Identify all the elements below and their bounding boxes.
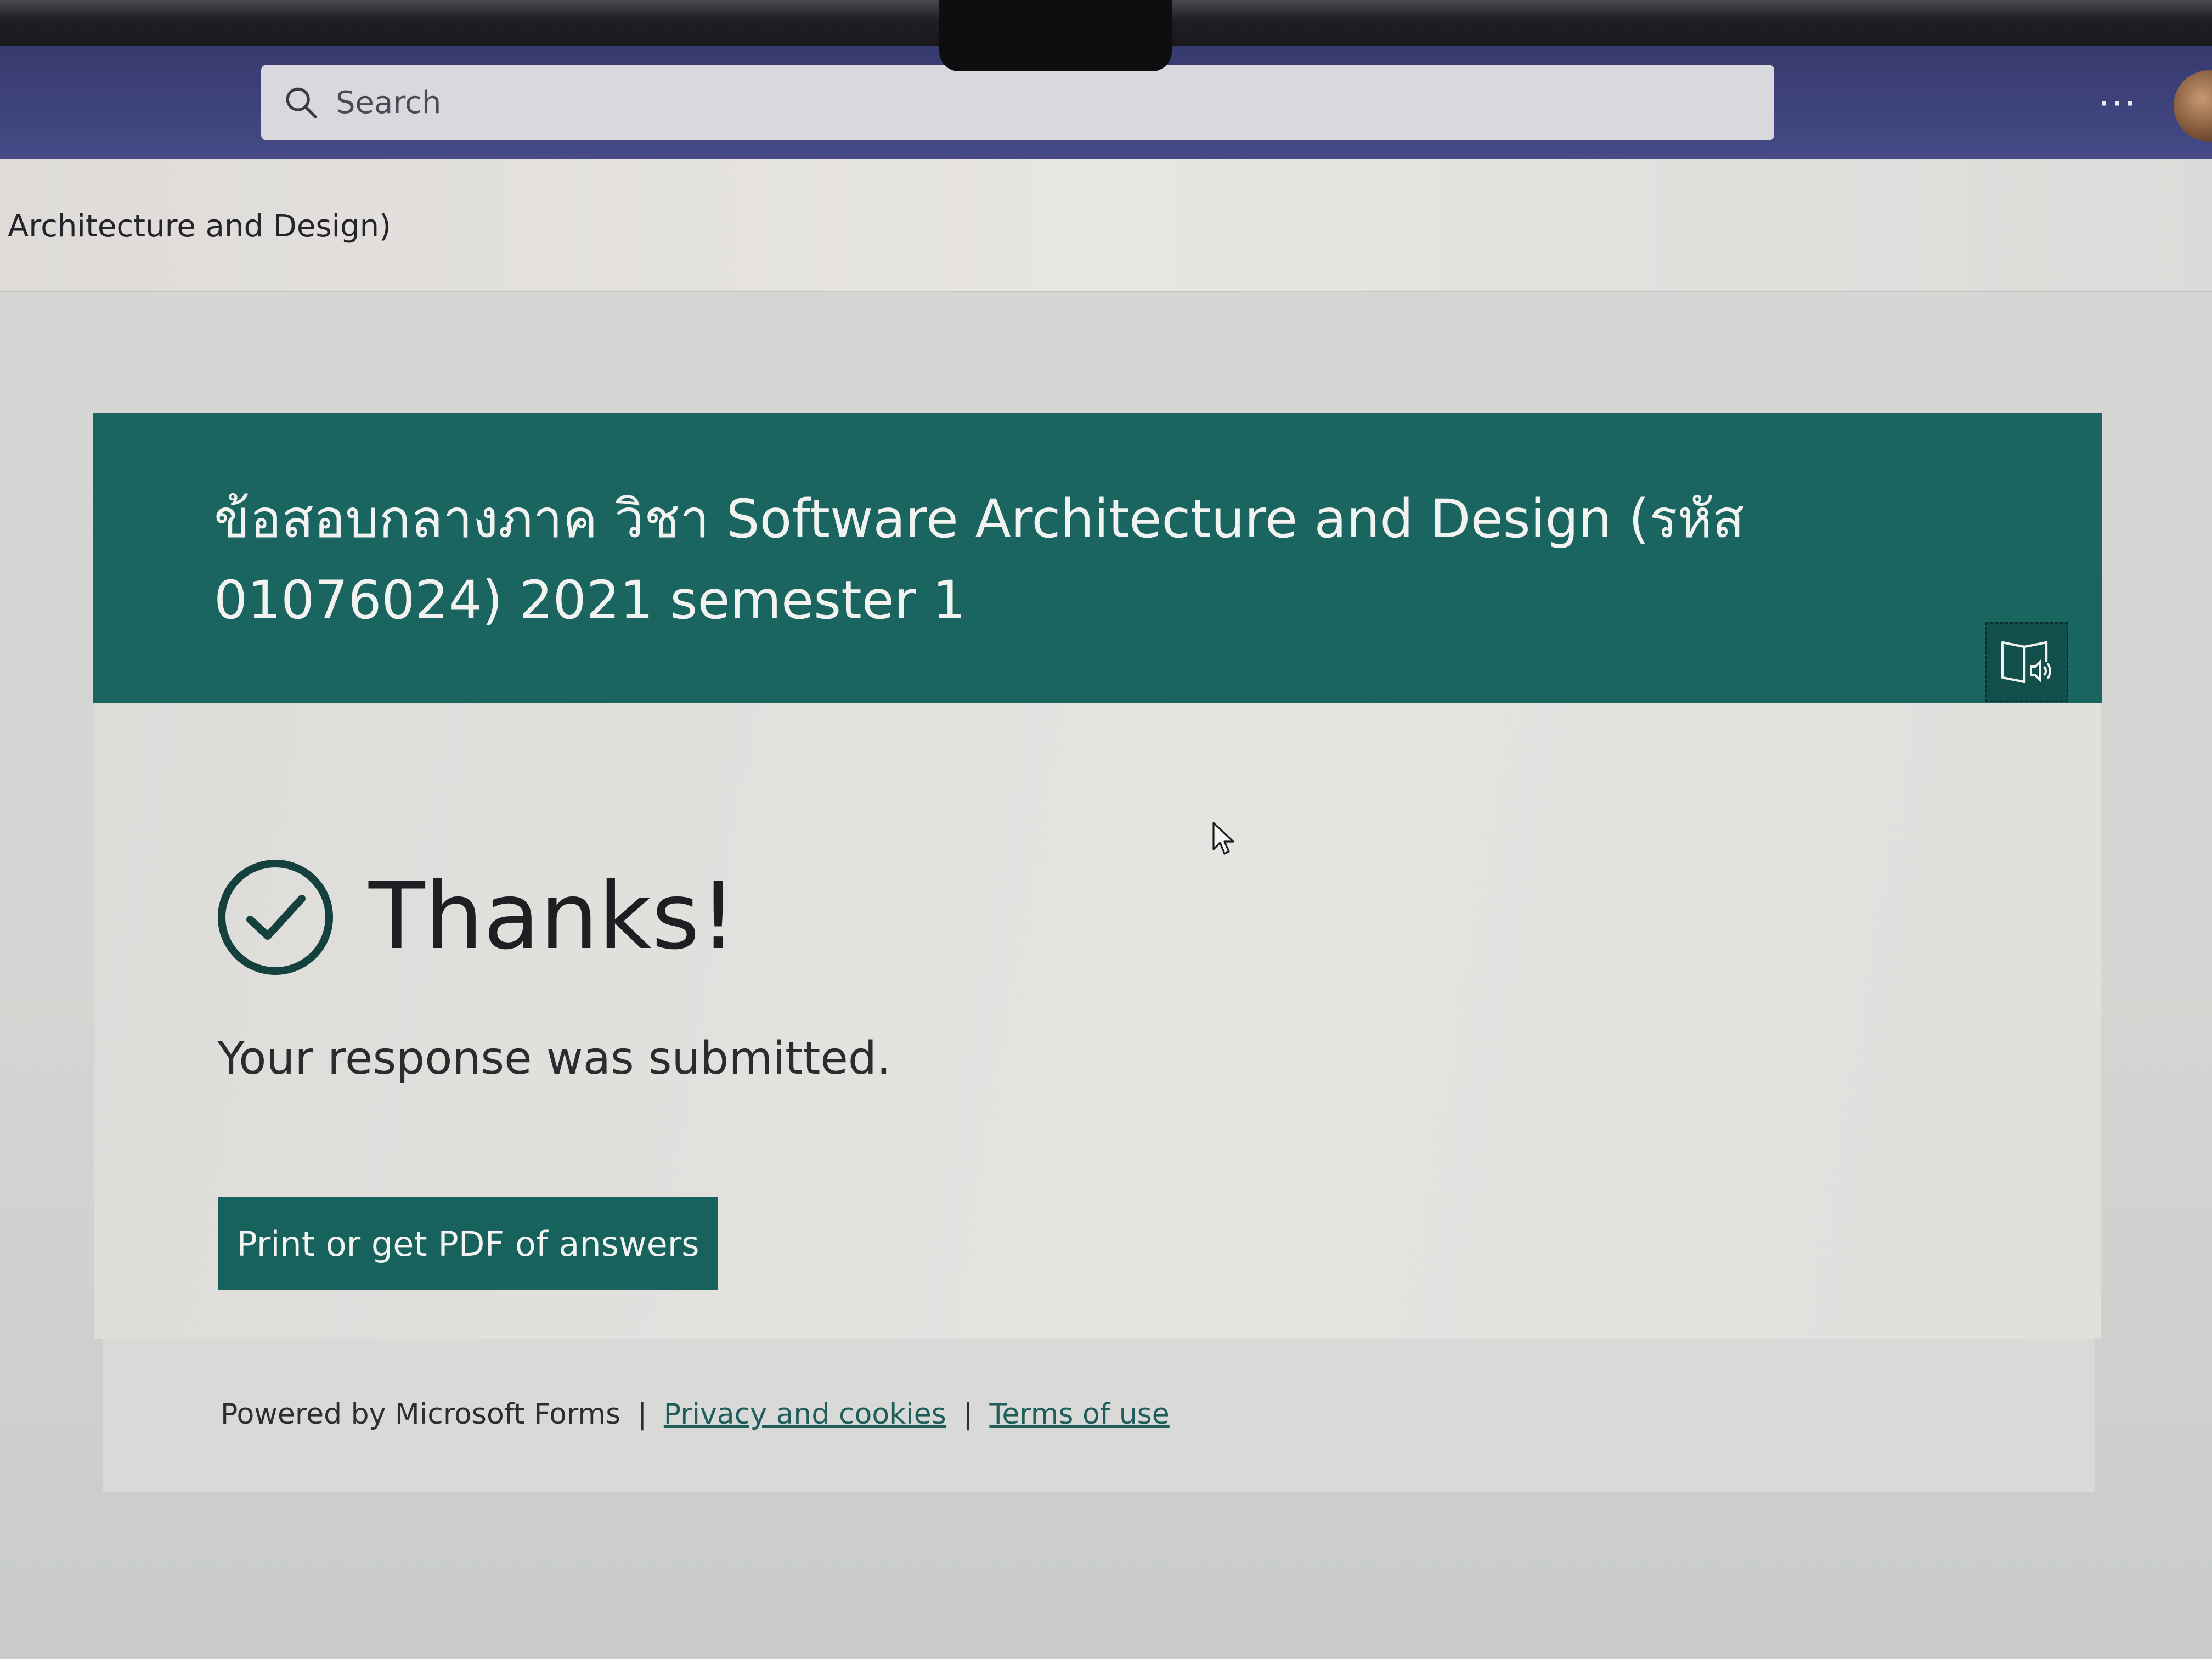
submission-message: Your response was submitted. — [217, 1032, 891, 1085]
check-circle-icon — [218, 860, 333, 975]
thanks-heading: Thanks! — [369, 862, 737, 970]
tab-title: Architecture and Design) — [8, 208, 391, 244]
form-title: ข้อสอบกลางภาค วิชา Software Architecture… — [214, 488, 1745, 631]
privacy-link[interactable]: Privacy and cookies — [664, 1398, 946, 1431]
footer: Powered by Microsoft Forms | Privacy and… — [103, 1339, 2095, 1492]
immersive-reader-icon — [2001, 641, 2051, 684]
print-pdf-button[interactable]: Print or get PDF of answers — [218, 1197, 718, 1290]
mouse-cursor-icon — [1212, 822, 1234, 855]
search-box[interactable] — [261, 65, 1774, 140]
footer-separator: | — [637, 1398, 647, 1431]
search-icon — [286, 87, 317, 119]
form-header: ข้อสอบกลางภาค วิชา Software Architecture… — [93, 413, 2102, 703]
more-options-button[interactable]: ··· — [2096, 82, 2140, 126]
terms-link[interactable]: Terms of use — [989, 1398, 1169, 1431]
title-strip: Architecture and Design) — [0, 159, 2212, 292]
footer-separator: | — [963, 1398, 973, 1431]
confirmation-panel: Thanks! Your response was submitted. Pri… — [94, 703, 2101, 1339]
immersive-reader-button[interactable] — [1985, 622, 2068, 702]
camera-notch — [939, 0, 1172, 71]
powered-by-text: Powered by Microsoft Forms — [221, 1398, 621, 1431]
footer-text: Powered by Microsoft Forms | Privacy and… — [221, 1398, 1170, 1431]
search-input[interactable] — [335, 84, 1708, 121]
